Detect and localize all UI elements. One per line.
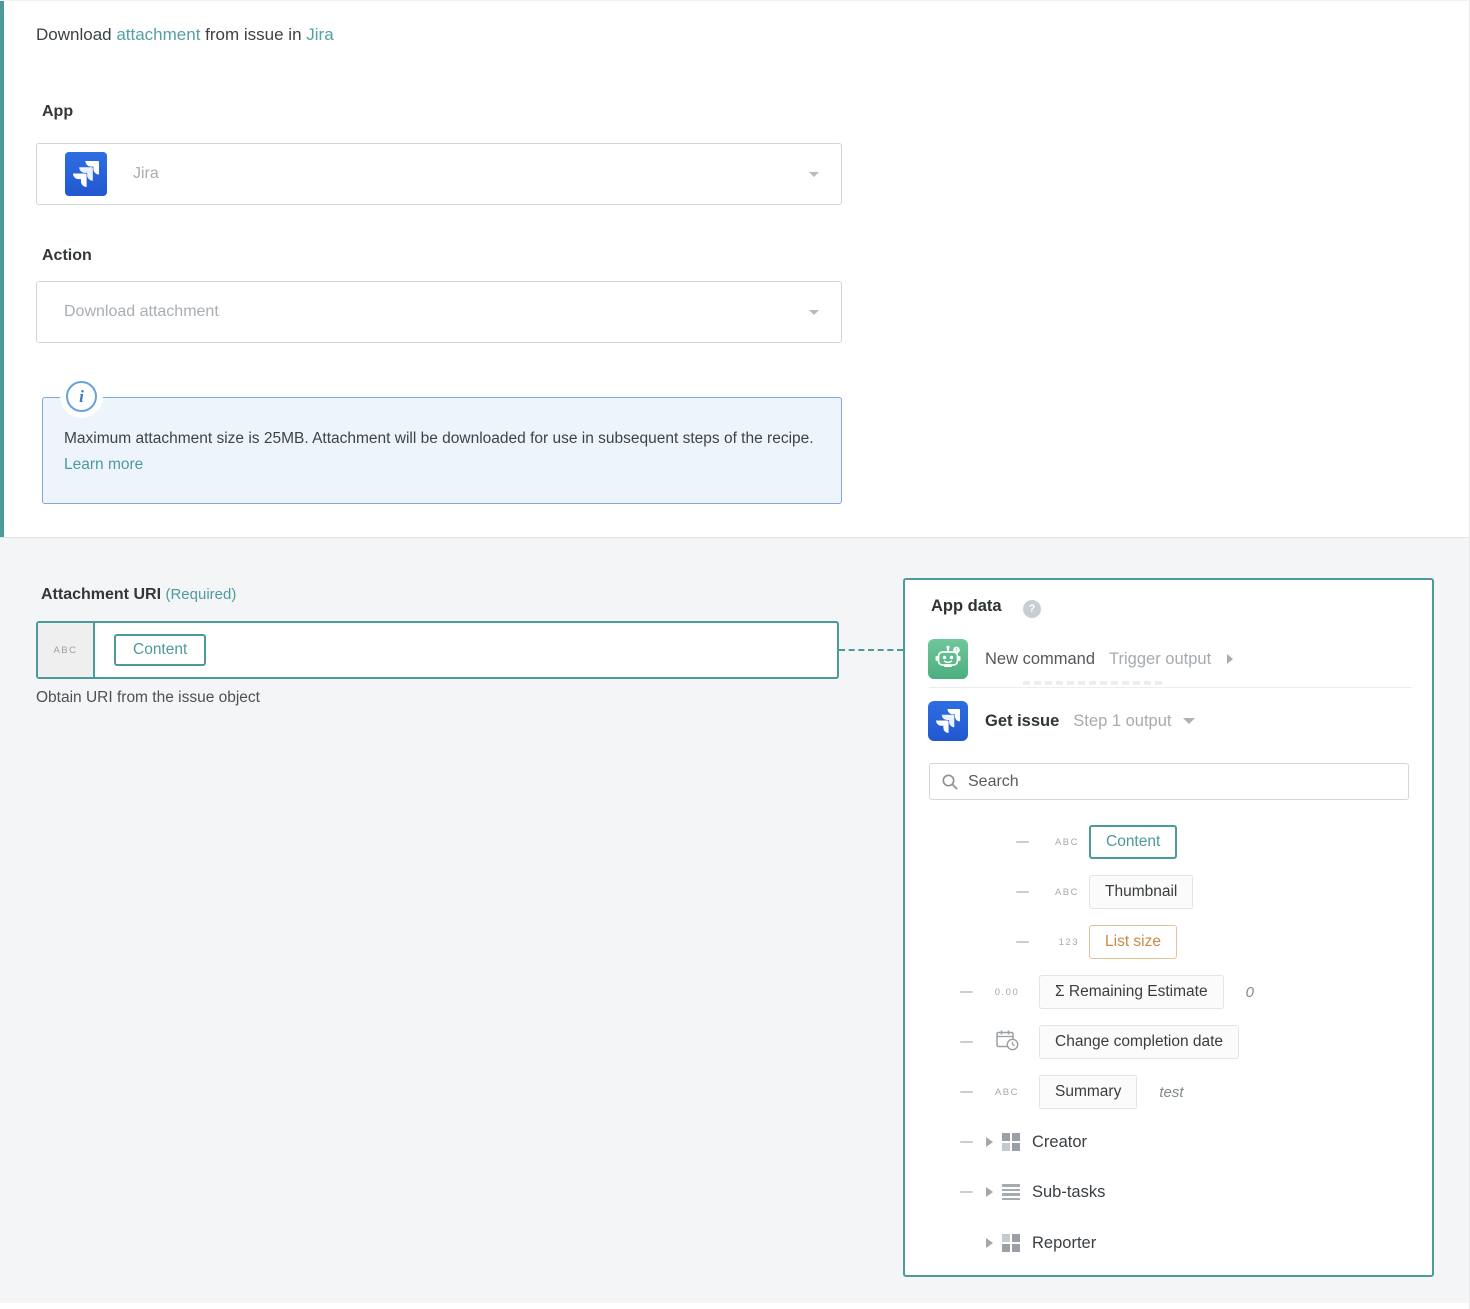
app-field-label: App [42, 103, 73, 121]
expand-arrow-icon[interactable] [986, 1137, 993, 1147]
attachment-uri-helper: Obtain URI from the issue object [36, 689, 260, 707]
source-row-new-command[interactable]: ! New command Trigger output [928, 639, 1233, 679]
clipped-text-remnant [1023, 681, 1163, 685]
expand-arrow-icon[interactable] [986, 1187, 993, 1197]
tree-row-remaining-estimate: 0.00 Σ Remaining Estimate 0 [960, 975, 1254, 1009]
tree-row-reporter: Reporter [960, 1226, 1096, 1260]
step-title-text: Download [36, 25, 116, 44]
action-field-label: Action [42, 247, 92, 265]
type-label-123: 123 [1039, 937, 1079, 948]
source-name: New command [985, 650, 1095, 669]
tree-row-thumbnail: ABC Thumbnail [1016, 875, 1193, 909]
tree-dash [960, 1141, 973, 1143]
chevron-down-icon [809, 172, 819, 177]
tree-row-change-completion-date: Change completion date [960, 1025, 1239, 1059]
sample-value: 0 [1246, 984, 1254, 1001]
tree-dash [960, 1041, 973, 1043]
tree-dash [960, 1191, 973, 1193]
action-select-value: Download attachment [64, 303, 219, 321]
attachment-uri-input[interactable]: ABC Content [36, 621, 839, 679]
datapill-connector-line [839, 649, 903, 651]
sample-value: test [1159, 1084, 1183, 1101]
step-title-attachment-link[interactable]: attachment [116, 25, 200, 44]
attachment-uri-label-text: Attachment URI [41, 586, 161, 603]
calendar-icon [995, 1028, 1020, 1057]
expand-arrow-icon[interactable] [986, 1238, 993, 1248]
tree-node-label[interactable]: Reporter [1032, 1234, 1096, 1253]
tree-row-list-size: 123 List size [1016, 925, 1177, 959]
content-datapill-token[interactable]: Content [114, 634, 206, 666]
tree-dash [1016, 841, 1029, 843]
app-data-title: App data [931, 597, 1002, 616]
datapill-content[interactable]: Content [1089, 825, 1177, 859]
jira-app-icon [65, 152, 107, 196]
search-icon [941, 773, 959, 796]
datapill-summary[interactable]: Summary [1039, 1075, 1137, 1109]
chevron-down-icon [1183, 718, 1195, 724]
type-label-abc: ABC [1039, 837, 1079, 848]
search-input[interactable] [930, 764, 1408, 799]
info-banner: Maximum attachment size is 25MB. Attachm… [42, 397, 842, 504]
learn-more-link[interactable]: Learn more [64, 456, 143, 473]
tree-row-summary: ABC Summary test [960, 1075, 1184, 1109]
list-icon [1002, 1184, 1020, 1200]
tree-dash [960, 991, 973, 993]
object-icon [1002, 1133, 1020, 1151]
search-box [929, 763, 1409, 800]
divider [929, 687, 1412, 688]
page-bottom-strip [0, 1303, 1470, 1309]
tree-dash [960, 1091, 973, 1093]
datapill-thumbnail[interactable]: Thumbnail [1089, 875, 1193, 909]
tree-dash [1016, 941, 1029, 943]
info-banner-text: Maximum attachment size is 25MB. Attachm… [64, 430, 814, 447]
type-label-abc: ABC [995, 1087, 1019, 1098]
source-row-get-issue[interactable]: Get issue Step 1 output [928, 701, 1195, 741]
app-select[interactable]: Jira [36, 143, 842, 205]
type-label-number: 0.00 [995, 987, 1020, 998]
tree-node-label[interactable]: Creator [1032, 1133, 1087, 1152]
required-tag: (Required) [165, 586, 236, 603]
source-output-label: Trigger output [1109, 650, 1211, 669]
step-title: Download attachment from issue in Jira [36, 25, 334, 45]
app-data-panel: App data ? ! New command [903, 578, 1434, 1277]
app-select-value: Jira [133, 165, 159, 183]
step-title-text: from issue in [200, 25, 306, 44]
tree-row-content: ABC Content [1016, 825, 1177, 859]
chevron-down-icon [809, 310, 819, 315]
help-icon[interactable]: ? [1023, 600, 1041, 618]
chevron-right-icon[interactable] [1227, 654, 1233, 664]
datapill-remaining-estimate[interactable]: Σ Remaining Estimate [1039, 975, 1224, 1009]
field-type-badge: ABC [38, 623, 95, 677]
info-icon: i [66, 381, 97, 412]
tree-row-creator: Creator [960, 1125, 1087, 1159]
tree-row-sub-tasks: Sub-tasks [960, 1175, 1105, 1209]
attachment-uri-label: Attachment URI (Required) [41, 586, 236, 604]
workbot-icon: ! [928, 639, 968, 679]
tree-dash [1016, 891, 1029, 893]
jira-step-icon [928, 701, 968, 741]
datapill-change-completion-date[interactable]: Change completion date [1039, 1025, 1239, 1059]
source-name: Get issue [985, 712, 1059, 731]
step-title-app-link[interactable]: Jira [306, 25, 333, 44]
object-icon [1002, 1234, 1020, 1252]
recipe-step-editor: Download attachment from issue in Jira A… [0, 0, 1470, 1309]
tree-node-label[interactable]: Sub-tasks [1032, 1183, 1105, 1202]
action-select[interactable]: Download attachment [36, 281, 842, 343]
type-label-abc: ABC [1039, 887, 1079, 898]
datapill-list-size[interactable]: List size [1089, 925, 1177, 959]
source-output-selector[interactable]: Step 1 output [1073, 712, 1171, 731]
